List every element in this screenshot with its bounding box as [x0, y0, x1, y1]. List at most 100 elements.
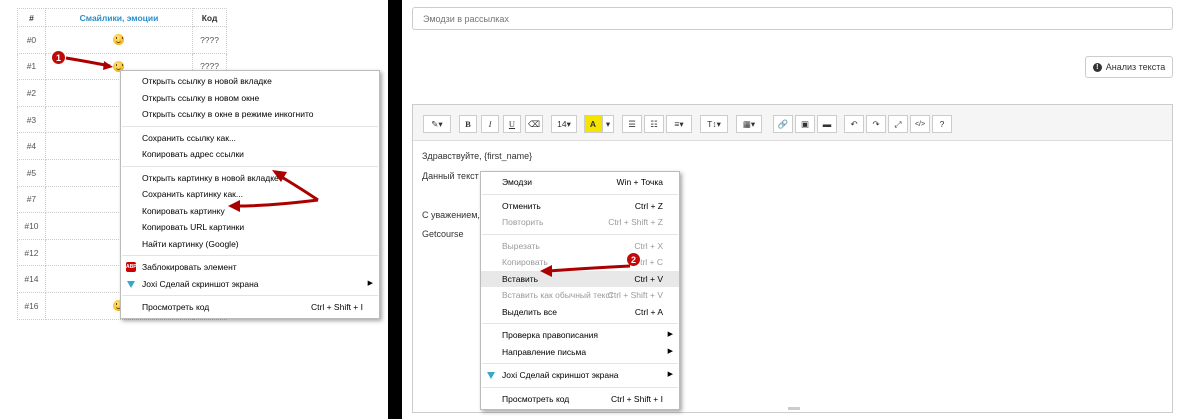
table-icon[interactable]: ▦▾: [736, 115, 762, 133]
menu-separator: [482, 193, 678, 195]
menu-item-label: Открыть ссылку в новой вкладке: [142, 76, 272, 86]
redo-icon[interactable]: ↷: [866, 115, 886, 133]
menu-item-copy-image-url[interactable]: Копировать URL картинки: [121, 219, 379, 236]
row-num: #7: [17, 185, 46, 214]
menu-item-label: Отменить: [502, 200, 541, 211]
menu-item-cut: Вырезать Ctrl + X: [481, 238, 679, 255]
menu-item-emoji[interactable]: Эмодзи Win + Точка: [481, 174, 679, 191]
submenu-arrow-icon: ▶: [667, 371, 673, 378]
menu-item-label: Копировать: [502, 257, 548, 267]
row-num: #2: [17, 79, 46, 107]
step-badge-2: 2: [626, 252, 641, 267]
menu-item-search-image-google[interactable]: Найти картинку (Google): [121, 236, 379, 253]
editor-content[interactable]: Здравствуйте, {first_name} Данный текст …: [413, 141, 1172, 239]
step-badge-1: 1: [51, 50, 66, 65]
menu-item-label: Повторить: [502, 217, 544, 227]
menu-item-writing-direction[interactable]: Направление письма ▶: [481, 344, 679, 361]
table-header-row: # Смайлики, эмоции Код: [17, 8, 227, 27]
row-num: #1: [17, 52, 46, 81]
joxi-icon: [127, 280, 135, 288]
fullscreen-icon[interactable]: ⤢: [888, 115, 908, 133]
greeting-line: Здравствуйте, {first_name}: [422, 151, 533, 161]
menu-item-label: Сохранить картинку как...: [142, 189, 243, 199]
menu-item-label: Открыть картинку в новой вкладке: [142, 172, 279, 183]
eraser-icon[interactable]: ⌫: [525, 115, 543, 133]
help-icon[interactable]: ?: [932, 115, 952, 133]
undo-icon[interactable]: ↶: [844, 115, 864, 133]
menu-separator: [122, 125, 378, 127]
menu-item-paste[interactable]: Вставить Ctrl + V: [481, 270, 679, 287]
code-view-icon[interactable]: </>: [910, 115, 930, 133]
menu-item-label: Найти картинку (Google): [142, 238, 239, 249]
menu-item-undo[interactable]: Отменить Ctrl + Z: [481, 198, 679, 215]
row-num: #4: [17, 132, 46, 160]
menu-item-label: Открыть ссылку в новом окне: [142, 92, 260, 103]
menu-shortcut: Ctrl + Shift + I: [611, 393, 663, 404]
link-icon[interactable]: 🔗: [773, 115, 793, 133]
signature-line: Getcourse: [422, 229, 464, 239]
menu-item-save-link[interactable]: Сохранить ссылку как...: [121, 130, 379, 147]
menu-item-open-link-incognito[interactable]: Открыть ссылку в окне в режиме инкогнито: [121, 106, 379, 123]
row-num: #10: [17, 212, 46, 240]
menu-item-inspect[interactable]: Просмотреть код Ctrl + Shift + I: [121, 299, 379, 316]
text-color-icon[interactable]: A: [584, 115, 602, 133]
italic-icon[interactable]: I: [481, 115, 499, 133]
menu-item-open-link-new-window[interactable]: Открыть ссылку в новом окне: [121, 90, 379, 107]
menu-item-label: Просмотреть код: [142, 302, 210, 312]
resize-handle[interactable]: [788, 407, 800, 410]
header-num: #: [17, 8, 46, 27]
magic-style-icon[interactable]: ✎▾: [423, 115, 451, 133]
menu-shortcut: Ctrl + A: [634, 306, 663, 317]
menu-item-inspect[interactable]: Просмотреть код Ctrl + Shift + I: [481, 391, 679, 408]
submenu-arrow-icon: ▶: [667, 347, 673, 355]
menu-item-label: Проверка правописания: [502, 330, 599, 340]
menu-item-joxi-screenshot[interactable]: Joxi Сделай скриншот экрана ▶: [121, 276, 379, 293]
color-dropdown-icon[interactable]: ▾: [602, 115, 614, 133]
menu-shortcut: Ctrl + Z: [634, 200, 663, 211]
menu-item-label: Сохранить ссылку как...: [142, 132, 237, 143]
menu-separator: [482, 323, 678, 324]
menu-item-save-image[interactable]: Сохранить картинку как...: [121, 186, 379, 203]
editor-toolbar: ✎▾ B I U ⌫ 14▾ A ▾ ☰ ☷ ≡▾ T↕▾ ▦▾ 🔗 ▣ ▬ ↶…: [413, 105, 1172, 141]
underline-icon[interactable]: U: [503, 115, 521, 133]
menu-shortcut: Ctrl + X: [634, 240, 663, 251]
left-panel: # Смайлики, эмоции Код #0???? #1???? #2 …: [0, 0, 388, 419]
row-num: #12: [17, 238, 46, 267]
subject-input[interactable]: [412, 7, 1173, 30]
menu-item-redo: Повторить Ctrl + Shift + Z: [481, 214, 679, 231]
menu-item-select-all[interactable]: Выделить все Ctrl + A: [481, 304, 679, 321]
menu-item-spellcheck[interactable]: Проверка правописания ▶: [481, 327, 679, 344]
menu-shortcut: Ctrl + Shift + V: [607, 290, 663, 300]
info-circle-icon: !: [1092, 62, 1102, 72]
header-code: Код: [192, 8, 227, 27]
regards-line: С уважением,: [422, 210, 480, 220]
menu-item-copy-image[interactable]: Копировать картинку: [121, 203, 379, 220]
menu-item-label: Эмодзи: [502, 177, 533, 187]
menu-item-label: Вырезать: [502, 240, 540, 251]
smiley-emoji-icon[interactable]: [113, 34, 125, 46]
analyze-text-button[interactable]: ! Анализ текста: [1085, 56, 1173, 78]
menu-item-open-link-new-tab[interactable]: Открыть ссылку в новой вкладке: [121, 73, 379, 90]
menu-item-block-element[interactable]: ABP Заблокировать элемент: [121, 259, 379, 276]
browser-context-menu: Открыть ссылку в новой вкладке Открыть с…: [120, 70, 380, 319]
numbered-list-icon[interactable]: ☷: [644, 115, 664, 133]
joxi-icon: [487, 372, 495, 379]
align-dropdown-icon[interactable]: ≡▾: [666, 115, 692, 133]
body-line: Данный текст: [422, 171, 479, 181]
video-icon[interactable]: ▬: [817, 115, 837, 133]
bold-icon[interactable]: B: [459, 115, 477, 133]
menu-item-copy-link-address[interactable]: Копировать адрес ссылки: [121, 146, 379, 163]
menu-shortcut: Ctrl + V: [634, 273, 663, 284]
bullet-list-icon[interactable]: ☰: [622, 115, 642, 133]
row-num: #14: [17, 265, 46, 293]
menu-item-joxi-screenshot[interactable]: Joxi Сделай скриншот экрана ▶: [481, 367, 679, 384]
menu-item-label: Просмотреть код: [502, 393, 570, 404]
menu-item-open-image-new-tab[interactable]: Открыть картинку в новой вкладке: [121, 170, 379, 187]
analyze-text-label: Анализ текста: [1105, 62, 1166, 72]
image-icon[interactable]: ▣: [795, 115, 815, 133]
font-size-dropdown[interactable]: 14▾: [551, 115, 577, 133]
emoji-cell[interactable]: [44, 26, 194, 54]
menu-item-label: Копировать адрес ссылки: [142, 149, 244, 159]
line-height-icon[interactable]: T↕▾: [700, 115, 728, 133]
adblock-icon: ABP: [126, 262, 137, 272]
